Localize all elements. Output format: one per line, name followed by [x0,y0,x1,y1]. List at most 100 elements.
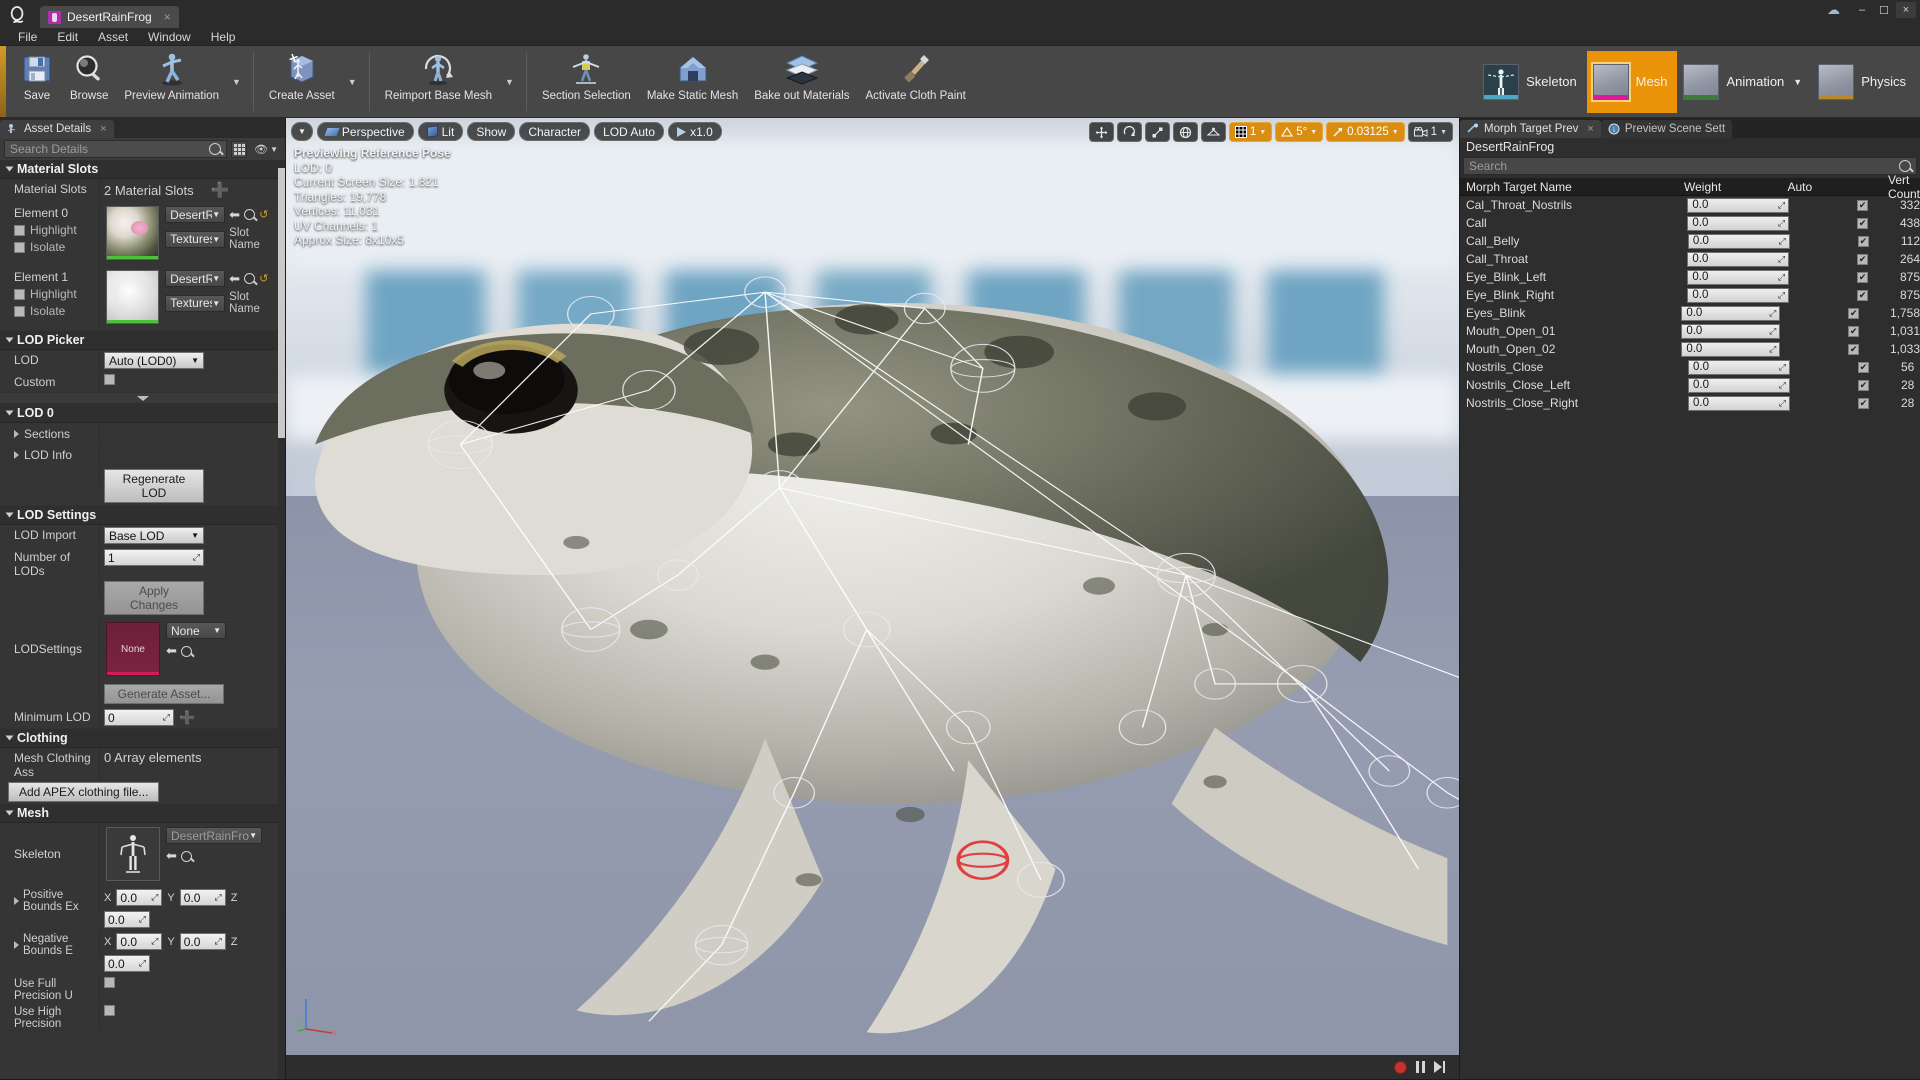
category-lod-0[interactable]: LOD 0 [0,404,285,423]
morph-weight-input[interactable]: 0.0 ⤢ [1687,215,1790,231]
chevron-down-icon[interactable]: ▼ [1440,129,1447,136]
details-scroll-area[interactable]: Material Slots Material Slots 2 Material… [0,160,285,1079]
morph-auto-checkbox[interactable] [1857,271,1869,283]
material-asset-picker[interactable]: DesertRa▼ [165,270,226,287]
viewport[interactable]: ▼ Perspective Lit Show Character LOD Aut… [286,118,1459,1079]
morph-weight-input[interactable]: 0.0 ⤢ [1681,323,1781,339]
plus-icon[interactable]: ➕ [179,710,195,726]
morph-auto-checkbox[interactable] [1857,235,1869,247]
viewport-menu-button[interactable]: ▼ [291,122,313,141]
add-apex-clothing-button[interactable]: Add APEX clothing file... [8,782,160,802]
browse-icon[interactable] [244,273,256,284]
record-icon[interactable] [1394,1060,1407,1074]
lit-mode-button[interactable]: Lit [417,122,464,141]
search-input[interactable]: Search Details [4,140,228,158]
skeleton-asset-picker[interactable]: DesertRainFrog_Skele▼ [166,827,262,844]
reimport-dropdown[interactable]: ▼ [500,46,519,117]
cloud-icon[interactable]: ☁ [1827,2,1840,18]
tab-morph-target-preview[interactable]: Morph Target Prev × [1460,120,1601,138]
make-static-mesh-button[interactable]: Make Static Mesh [639,46,746,117]
element-1-isolate[interactable]: Isolate [14,304,99,318]
collapse-handle[interactable] [0,393,285,404]
col-weight[interactable]: Weight [1678,180,1781,194]
character-menu-button[interactable]: Character [519,122,591,141]
reset-icon[interactable]: ⬅ [229,207,240,223]
mode-skeleton[interactable]: Skeleton [1477,51,1587,113]
mode-mesh[interactable]: Mesh [1586,50,1678,113]
element-0-isolate[interactable]: Isolate [14,240,99,254]
use-full-precision-checkbox[interactable] [104,977,115,988]
mode-physics[interactable]: Physics [1812,51,1916,113]
morph-target-row[interactable]: Nostrils_Close_Right 0.0 ⤢ 28 [1460,394,1920,412]
transform-select-tool[interactable] [1088,122,1114,142]
close-window-button[interactable]: × [1896,2,1916,18]
col-morph-target-name[interactable]: Morph Target Name [1460,180,1678,194]
spinner-icon[interactable]: ⤢ [1779,398,1786,409]
category-mesh[interactable]: Mesh [0,804,285,823]
minimize-button[interactable]: – [1852,2,1872,18]
element-0-highlight[interactable]: Highlight [14,223,99,237]
checkbox[interactable] [14,224,25,236]
morph-weight-input[interactable]: 0.0 ⤢ [1687,233,1790,249]
morph-weight-input[interactable]: 0.0 ⤢ [1687,287,1790,303]
apply-changes-button[interactable]: Apply Changes [104,581,204,615]
browse-icon[interactable] [244,209,256,220]
maximize-button[interactable]: ☐ [1874,2,1894,18]
view-options-button[interactable]: 👁 ▼ [251,143,281,156]
skeleton-thumbnail[interactable] [106,827,160,881]
details-scrollbar[interactable] [278,160,285,1079]
spinner-icon[interactable]: ⤢ [193,552,200,563]
activate-cloth-paint-button[interactable]: Activate Cloth Paint [857,46,973,117]
material-thumbnail[interactable] [106,206,160,260]
use-selected-icon[interactable]: ↺ [259,208,268,221]
reset-icon[interactable]: ⬅ [166,848,177,864]
lod-menu-button[interactable]: LOD Auto [594,122,665,141]
morph-weight-input[interactable]: 0.0 ⤢ [1687,269,1790,285]
close-icon[interactable]: × [164,10,171,24]
preview-animation-dropdown[interactable]: ▼ [227,46,246,117]
number-of-lods-input[interactable]: 1 ⤢ [104,549,204,566]
scale-tool[interactable] [1144,122,1170,142]
checkbox[interactable] [14,305,25,317]
create-asset-dropdown[interactable]: ▼ [343,46,362,117]
plus-icon[interactable]: ➕ [211,181,230,199]
show-menu-button[interactable]: Show [467,122,516,141]
browse-button[interactable]: Browse [62,46,116,117]
reimport-base-mesh-button[interactable]: Reimport Base Mesh [377,46,500,117]
lodsettings-asset-picker[interactable]: None ▼ [166,622,226,639]
playback-speed-button[interactable]: x1.0 [668,122,722,141]
spinner-icon[interactable]: ⤢ [1778,200,1785,211]
morph-auto-checkbox[interactable] [1858,379,1869,391]
rotate-tool[interactable] [1116,122,1142,142]
use-high-precision-checkbox[interactable] [104,1005,115,1016]
morph-auto-checkbox[interactable] [1848,343,1860,355]
spinner-icon[interactable]: ⤢ [1769,326,1776,337]
menu-asset[interactable]: Asset [88,29,138,45]
regenerate-lod-button[interactable]: Regenerate LOD [104,469,204,503]
reset-icon[interactable]: ⬅ [229,271,240,287]
close-icon[interactable]: × [100,123,106,135]
lod-import-dropdown[interactable]: Base LOD ▼ [104,527,204,544]
morph-target-row[interactable]: Eyes_Blink 0.0 ⤢ 1,758 [1460,304,1920,322]
category-lod-settings[interactable]: LOD Settings [0,506,285,525]
chevron-down-icon[interactable]: ▼ [1259,129,1266,136]
morph-auto-checkbox[interactable] [1848,307,1860,319]
morph-auto-checkbox[interactable] [1857,199,1869,211]
browse-icon[interactable] [180,645,192,657]
morph-target-row[interactable]: Eye_Blink_Left 0.0 ⤢ 875 [1460,268,1920,286]
row-sections[interactable]: Sections [0,423,285,444]
morph-target-row[interactable]: Call_Throat 0.0 ⤢ 264 [1460,250,1920,268]
morph-target-row[interactable]: Mouth_Open_02 0.0 ⤢ 1,033 [1460,340,1920,358]
col-auto[interactable]: Auto [1781,180,1882,194]
browse-icon[interactable] [180,850,192,862]
morph-target-row[interactable]: Call_Belly 0.0 ⤢ 112 [1460,232,1920,250]
scale-snap-toggle[interactable]: 0.03125 ▼ [1326,122,1405,142]
morph-auto-checkbox[interactable] [1857,253,1869,265]
morph-target-row[interactable]: Eye_Blink_Right 0.0 ⤢ 875 [1460,286,1920,304]
row-lod-info[interactable]: LOD Info [0,444,285,465]
grid-view-button[interactable] [231,140,248,158]
spinner-icon[interactable]: ⤢ [1778,254,1785,265]
document-tab[interactable]: DesertRainFrog × [40,6,179,28]
bake-out-materials-button[interactable]: Bake out Materials [746,46,857,117]
morph-auto-checkbox[interactable] [1858,397,1869,409]
